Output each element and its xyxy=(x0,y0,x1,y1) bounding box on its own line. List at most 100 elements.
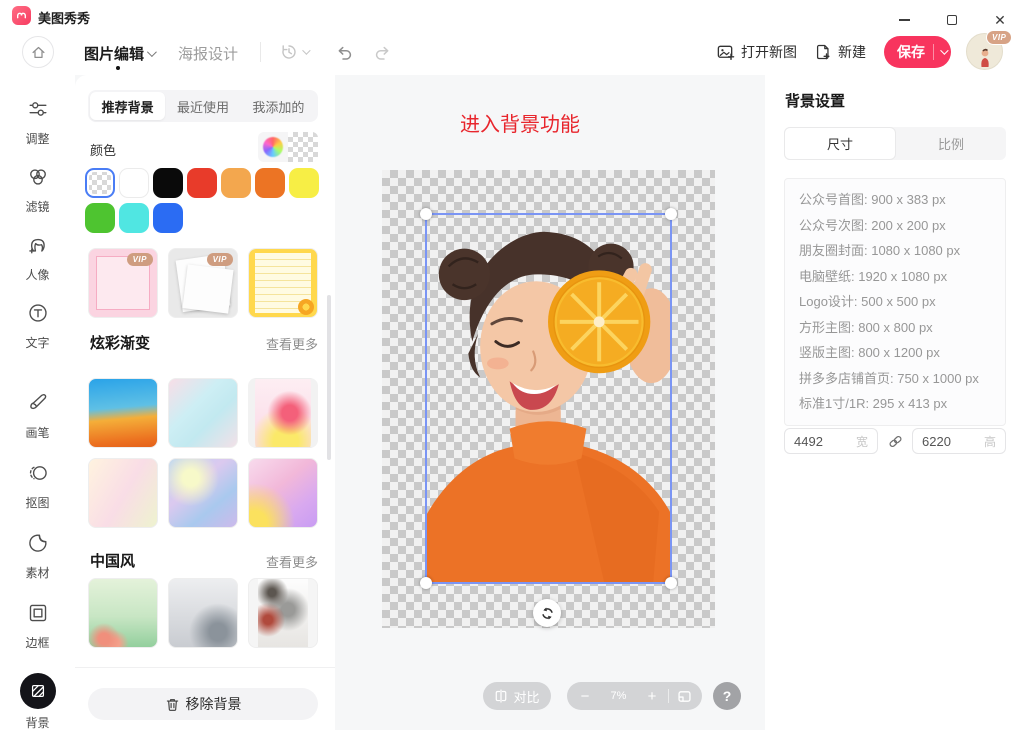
swatch-white[interactable] xyxy=(119,168,149,198)
main-toolbar: 图片编辑 海报设计 打开新图 新建 保存 VIP xyxy=(0,30,1024,75)
tab-recommended-backgrounds[interactable]: 推荐背景 xyxy=(90,92,165,120)
resize-handle-top-right[interactable] xyxy=(665,208,677,220)
rail-item-background[interactable]: 背景 xyxy=(0,673,75,730)
swatch-black[interactable] xyxy=(153,168,183,198)
pattern-thumbnail-pink[interactable]: VIP xyxy=(88,248,158,318)
gradient-thumbnail-4[interactable] xyxy=(88,458,158,528)
rail-item-cutout[interactable]: 抠图 xyxy=(0,462,75,511)
link-icon xyxy=(887,433,904,450)
app-title: 美图秀秀 xyxy=(38,8,90,27)
save-button[interactable]: 保存 xyxy=(884,36,951,68)
redo-button[interactable] xyxy=(374,43,393,62)
annotation-text: 进入背景功能 xyxy=(335,108,705,137)
rail-item-frame[interactable]: 边框 xyxy=(0,602,75,651)
remove-background-button[interactable]: 移除背景 xyxy=(88,688,318,720)
pattern-thumbnail-note[interactable] xyxy=(248,248,318,318)
vip-badge: VIP xyxy=(207,253,233,266)
chinese-thumbnail-1[interactable] xyxy=(88,578,158,648)
chinese-thumbnail-3[interactable] xyxy=(248,578,318,648)
filter-circles-icon xyxy=(27,166,49,188)
toolbar-divider xyxy=(260,42,261,62)
swatch-transparent[interactable] xyxy=(85,168,115,198)
color-picker-chip[interactable] xyxy=(258,132,318,162)
cursor-dot xyxy=(116,66,120,70)
size-preset[interactable]: 公众号首图: 900 x 383 px xyxy=(785,187,1005,213)
swatch-orange[interactable] xyxy=(255,168,285,198)
height-suffix: 高 xyxy=(984,433,996,450)
cutout-icon xyxy=(27,462,49,484)
rail-item-portrait[interactable]: 人像 xyxy=(0,234,75,283)
panel-scrollbar[interactable] xyxy=(327,295,331,460)
rail-item-brush[interactable]: 画笔 xyxy=(0,392,75,441)
sliders-icon xyxy=(27,98,49,120)
swatch-cyan[interactable] xyxy=(119,203,149,233)
undo-button[interactable] xyxy=(334,43,353,62)
minimize-button[interactable] xyxy=(888,9,920,31)
canvas[interactable] xyxy=(382,170,715,628)
open-new-image-button[interactable]: 打开新图 xyxy=(716,42,797,62)
frame-icon xyxy=(27,602,49,624)
rail-item-adjust[interactable]: 调整 xyxy=(0,98,75,147)
link-dimensions-button[interactable] xyxy=(878,433,912,450)
tab-ratio[interactable]: 比例 xyxy=(896,127,1006,160)
size-preset[interactable]: 电脑壁纸: 1920 x 1080 px xyxy=(785,264,1005,290)
size-preset-list: 公众号首图: 900 x 383 px 公众号次图: 200 x 200 px … xyxy=(784,178,1006,426)
tab-recently-used[interactable]: 最近使用 xyxy=(165,92,240,120)
maximize-button[interactable] xyxy=(936,9,968,31)
close-button[interactable]: ✕ xyxy=(984,9,1016,31)
vip-badge: VIP xyxy=(986,30,1012,45)
gradient-thumbnail-5[interactable] xyxy=(168,458,238,528)
resize-handle-bottom-left[interactable] xyxy=(420,577,432,589)
size-preset[interactable]: 方形主图: 800 x 800 px xyxy=(785,315,1005,341)
tool-rail: 调整 滤镜 人像 文字 画笔 xyxy=(0,75,75,730)
gradient-thumbnail-3[interactable] xyxy=(248,378,318,448)
resize-handle-bottom-right[interactable] xyxy=(665,577,677,589)
rotate-handle[interactable] xyxy=(533,599,561,627)
height-input[interactable] xyxy=(922,434,974,449)
chevron-down-icon xyxy=(940,46,948,54)
rail-item-sticker[interactable]: 素材 xyxy=(0,532,75,581)
swatch-light-orange[interactable] xyxy=(221,168,251,198)
swatch-green[interactable] xyxy=(85,203,115,233)
editor-stage: 进入背景功能 xyxy=(335,75,765,730)
swatch-yellow[interactable] xyxy=(289,168,319,198)
zoom-control: − 7% + xyxy=(567,682,702,710)
help-button[interactable]: ? xyxy=(713,682,741,710)
new-document-button[interactable]: 新建 xyxy=(814,42,866,62)
zoom-out-button[interactable]: − xyxy=(577,689,593,704)
size-preset[interactable]: 标准1寸/1R: 295 x 413 px xyxy=(785,391,1005,417)
see-more-chinese-link[interactable]: 查看更多 xyxy=(266,552,318,571)
tab-size[interactable]: 尺寸 xyxy=(784,127,896,160)
swatch-red[interactable] xyxy=(187,168,217,198)
compare-button[interactable]: 对比 xyxy=(483,682,551,710)
width-input[interactable] xyxy=(794,434,846,449)
title-bar: 美图秀秀 ✕ xyxy=(0,0,1024,30)
image-selection[interactable] xyxy=(425,213,672,584)
size-preset[interactable]: 竖版主图: 800 x 1200 px xyxy=(785,340,1005,366)
home-button[interactable] xyxy=(22,36,54,68)
rail-item-text[interactable]: 文字 xyxy=(0,302,75,351)
chinese-thumbnail-2[interactable] xyxy=(168,578,238,648)
size-preset[interactable]: 公众号次图: 200 x 200 px xyxy=(785,213,1005,239)
see-more-gradient-link[interactable]: 查看更多 xyxy=(266,334,318,353)
gradient-thumbnail-6[interactable] xyxy=(248,458,318,528)
fit-screen-button[interactable] xyxy=(677,689,692,704)
size-preset[interactable]: 朋友圈封面: 1080 x 1080 px xyxy=(785,238,1005,264)
history-button[interactable] xyxy=(280,43,308,61)
pattern-thumbnail-paper[interactable]: VIP xyxy=(168,248,238,318)
trash-icon xyxy=(165,697,180,712)
rail-item-filter[interactable]: 滤镜 xyxy=(0,166,75,215)
panel-title: 背景设置 xyxy=(785,90,845,111)
size-preset[interactable]: Logo设计: 500 x 500 px xyxy=(785,289,1005,315)
tab-poster-design[interactable]: 海报设计 xyxy=(178,43,238,64)
resize-handle-top-left[interactable] xyxy=(420,208,432,220)
tab-image-edit[interactable]: 图片编辑 xyxy=(84,43,154,64)
section-title-chinese-style: 中国风 xyxy=(90,550,135,571)
swatch-blue[interactable] xyxy=(153,203,183,233)
tab-my-added[interactable]: 我添加的 xyxy=(241,92,316,120)
zoom-in-button[interactable]: + xyxy=(644,689,660,704)
size-preset[interactable]: 拼多多店铺首页: 750 x 1000 px xyxy=(785,366,1005,392)
gradient-thumbnail-2[interactable] xyxy=(168,378,238,448)
gradient-thumbnail-1[interactable] xyxy=(88,378,158,448)
user-avatar[interactable]: VIP xyxy=(966,33,1003,70)
